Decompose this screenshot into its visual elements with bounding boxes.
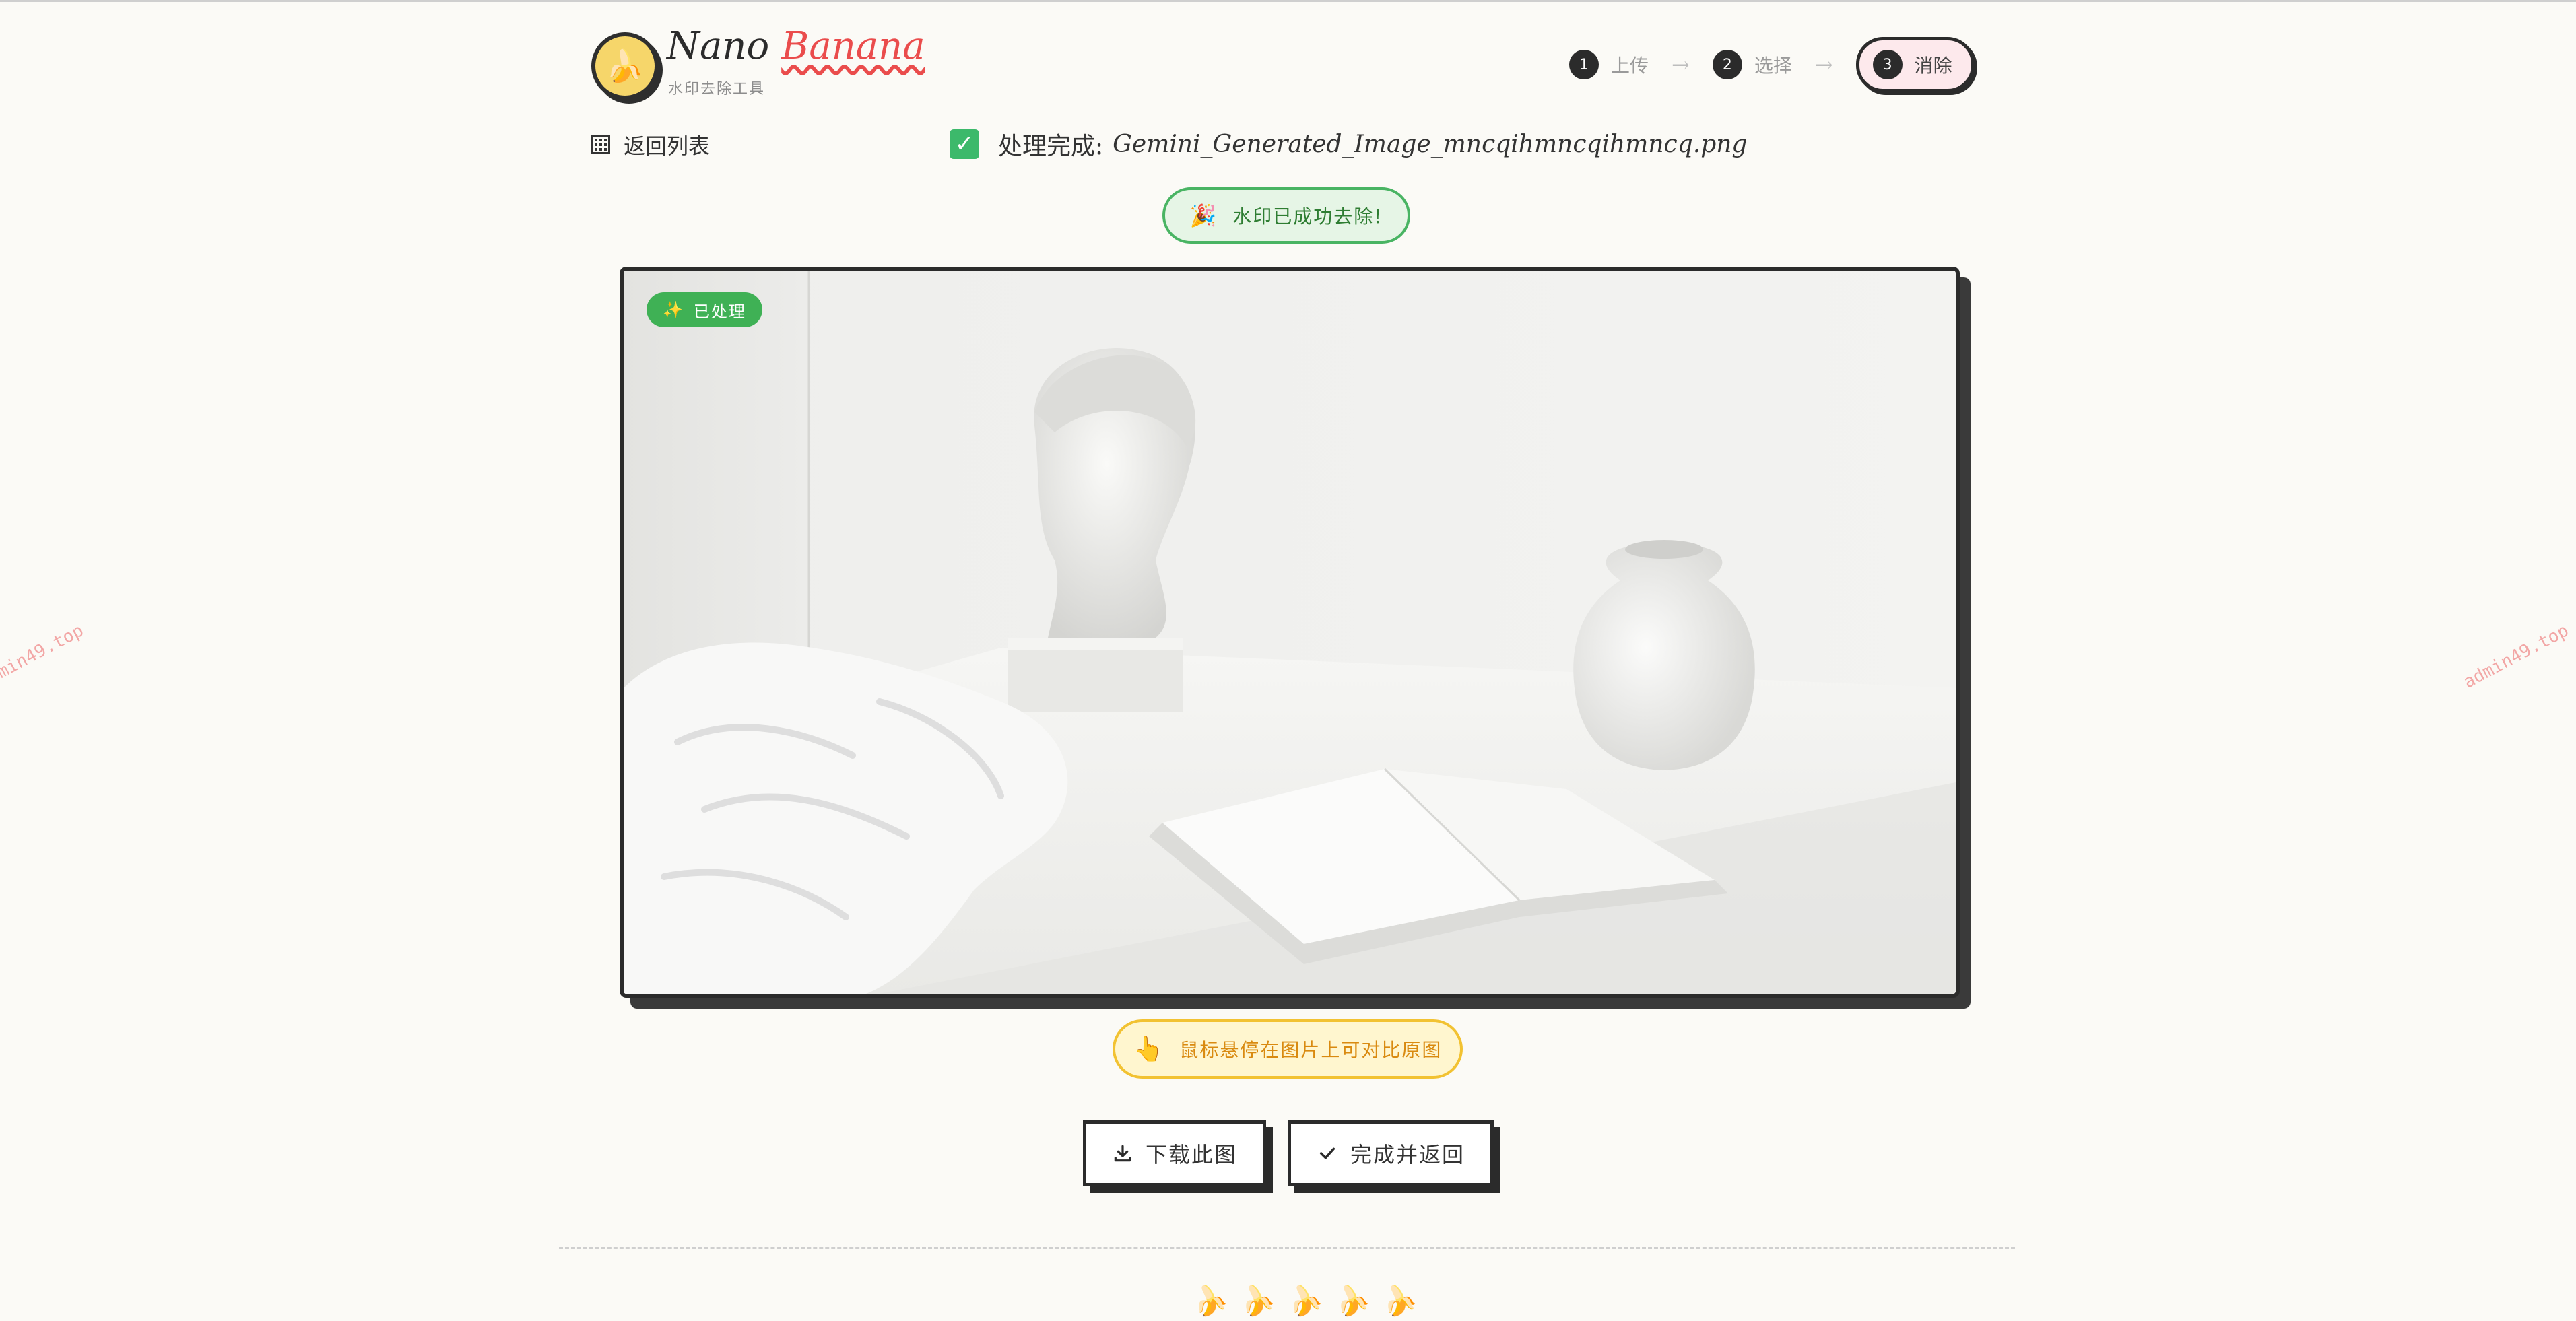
grid-icon (591, 135, 610, 154)
step-upload[interactable]: 1 上传 (1569, 40, 1649, 89)
sparkles-icon: ✨ (663, 300, 684, 319)
banana-icon: 🍌 (1235, 1279, 1278, 1320)
watermark-left: admin49.top (0, 620, 88, 693)
brand-primary: Nano (667, 24, 770, 68)
footer-divider (559, 1247, 2015, 1249)
brand-title: Nano Banana (667, 24, 925, 68)
logo[interactable]: 🍌 (591, 32, 659, 100)
watermark-right: admin49.top (2460, 620, 2573, 693)
compare-hint: 👆 鼠标悬停在图片上可对比原图 (1113, 1019, 1463, 1079)
done-prefix: 处理完成: (998, 133, 1104, 160)
finish-return-button[interactable]: 完成并返回 (1288, 1120, 1494, 1186)
step-number: 1 (1569, 50, 1599, 79)
back-label: 返回列表 (624, 133, 711, 159)
step-label: 选择 (1754, 55, 1792, 77)
finish-label: 完成并返回 (1350, 1142, 1465, 1167)
banana-icon: 🍌 (605, 47, 645, 84)
banana-icon: 🍌 (1283, 1279, 1326, 1320)
success-badge: 🎉 水印已成功去除! (1162, 187, 1410, 244)
step-label: 消除 (1914, 55, 1952, 77)
step-remove[interactable]: 3 消除 (1855, 37, 1975, 92)
result-image-frame[interactable]: ✨ 已处理 (620, 267, 1960, 998)
arrow-right-icon: → (1672, 52, 1690, 77)
brand-accent: Banana (781, 24, 925, 68)
download-label: 下载此图 (1145, 1142, 1237, 1167)
back-to-list-button[interactable]: 返回列表 (591, 129, 710, 160)
banana-icon: 🍌 (1377, 1279, 1420, 1320)
top-border (0, 0, 2576, 2)
step-select[interactable]: 2 选择 (1712, 40, 1792, 89)
step-indicator: 1 上传 → 2 选择 → 3 消除 (1569, 37, 1975, 92)
step-label: 上传 (1611, 55, 1649, 77)
brand-subtitle: 水印去除工具 (668, 81, 766, 98)
banana-icon: 🍌 (1188, 1279, 1231, 1320)
banana-icon: 🍌 (1330, 1279, 1373, 1320)
step-number: 2 (1712, 50, 1742, 79)
file-name: Gemini_Generated_Image_mncqihmncqihmncq.… (1113, 130, 1748, 158)
download-button[interactable]: 下载此图 (1083, 1120, 1266, 1186)
party-popper-icon: 🎉 (1189, 203, 1218, 228)
download-icon (1112, 1143, 1133, 1164)
processed-label: 已处理 (693, 302, 746, 321)
step-number: 3 (1872, 50, 1903, 79)
processed-image (624, 271, 1956, 994)
hint-text: 鼠标悬停在图片上可对比原图 (1179, 1039, 1443, 1061)
processing-status: ✓ 处理完成: Gemini_Generated_Image_mncqihmnc… (950, 127, 1747, 162)
success-text: 水印已成功去除! (1232, 205, 1383, 228)
arrow-right-icon: → (1814, 52, 1833, 77)
check-icon (1317, 1143, 1338, 1164)
footer-decoration: 🍌 🍌 🍌 🍌 🍌 (1188, 1279, 1420, 1320)
processed-badge: ✨ 已处理 (647, 292, 762, 327)
pointing-hand-icon: 👆 (1133, 1036, 1165, 1063)
checkbox-checked-icon: ✓ (950, 129, 979, 159)
